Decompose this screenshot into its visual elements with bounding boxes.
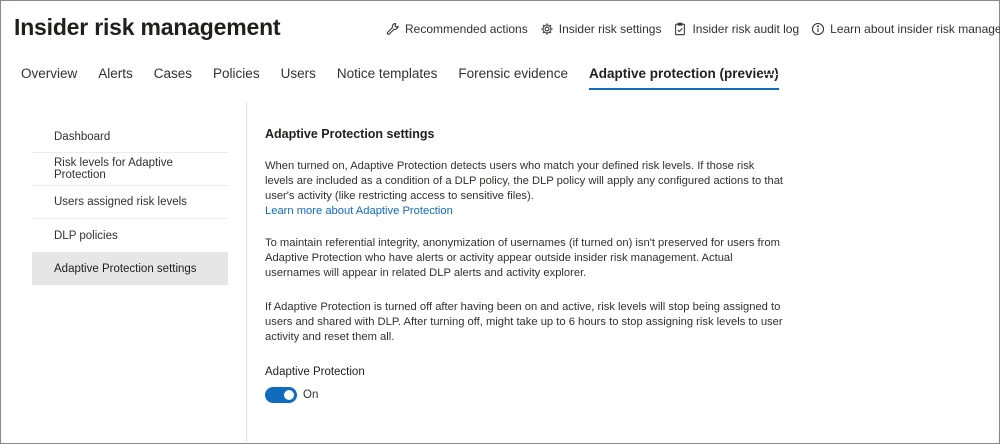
insider-risk-settings-link[interactable]: Insider risk settings [540, 22, 662, 36]
sidebar-nav: Dashboard Risk levels for Adaptive Prote… [32, 122, 228, 285]
toggle-knob [284, 390, 294, 400]
sidebar-item-risk-levels[interactable]: Risk levels for Adaptive Protection [32, 153, 228, 186]
insider-risk-settings-label: Insider risk settings [558, 22, 662, 36]
audit-log-label: Insider risk audit log [692, 22, 800, 36]
description-paragraph: When turned on, Adaptive Protection dete… [265, 159, 785, 219]
tab-alerts[interactable]: Alerts [98, 66, 133, 90]
tab-bar: Overview Alerts Cases Policies Users Not… [21, 66, 800, 90]
tab-policies[interactable]: Policies [213, 66, 260, 90]
sidebar-divider [246, 102, 247, 442]
recommended-actions-label: Recommended actions [405, 22, 528, 36]
audit-log-icon [673, 22, 687, 36]
main-content: Adaptive Protection settings When turned… [265, 127, 785, 403]
header-actions: Recommended actions Insider risk setting… [386, 22, 1000, 36]
sidebar-item-label: Risk levels for Adaptive Protection [54, 157, 173, 181]
sidebar-item-label: DLP policies [54, 229, 118, 242]
tab-overview[interactable]: Overview [21, 66, 77, 90]
sidebar-item-label: Adaptive Protection settings [54, 262, 197, 275]
tab-notice-templates[interactable]: Notice templates [337, 66, 438, 90]
tab-users[interactable]: Users [281, 66, 316, 90]
turn-off-paragraph: If Adaptive Protection is turned off aft… [265, 301, 783, 343]
anonymization-paragraph: To maintain referential integrity, anony… [265, 237, 780, 279]
sidebar-item-dlp-policies[interactable]: DLP policies [32, 219, 228, 252]
toggle-label: Adaptive Protection [265, 366, 365, 378]
section-heading: Adaptive Protection settings [265, 127, 435, 141]
description-text: When turned on, Adaptive Protection dete… [265, 160, 784, 202]
learn-more-link[interactable]: Learn more about Adaptive Protection [265, 205, 453, 217]
sidebar-item-label: Users assigned risk levels [54, 196, 187, 208]
tab-overflow-divider [760, 74, 780, 75]
gear-icon [540, 22, 554, 36]
page-title: Insider risk management [14, 14, 281, 40]
sidebar-item-users-assigned-risk-levels[interactable]: Users assigned risk levels [32, 186, 228, 219]
info-icon [811, 22, 825, 36]
learn-about-label: Learn about insider risk management [830, 22, 1000, 36]
tab-cases[interactable]: Cases [154, 66, 192, 90]
recommended-actions-link[interactable]: Recommended actions [386, 22, 528, 36]
sidebar-item-dashboard[interactable]: Dashboard [32, 122, 228, 153]
toggle-state-text: On [303, 389, 319, 401]
tab-adaptive-protection[interactable]: Adaptive protection (preview) [588, 66, 779, 90]
learn-about-link[interactable]: Learn about insider risk management [811, 22, 1000, 36]
adaptive-protection-toggle[interactable] [265, 387, 297, 403]
sidebar-item-label: Dashboard [54, 131, 111, 143]
sidebar-item-adaptive-protection-settings[interactable]: Adaptive Protection settings [32, 252, 228, 285]
toggle-row: On [265, 387, 785, 403]
audit-log-link[interactable]: Insider risk audit log [673, 22, 799, 36]
tab-forensic-evidence[interactable]: Forensic evidence [458, 66, 568, 90]
wrench-icon [386, 22, 400, 36]
